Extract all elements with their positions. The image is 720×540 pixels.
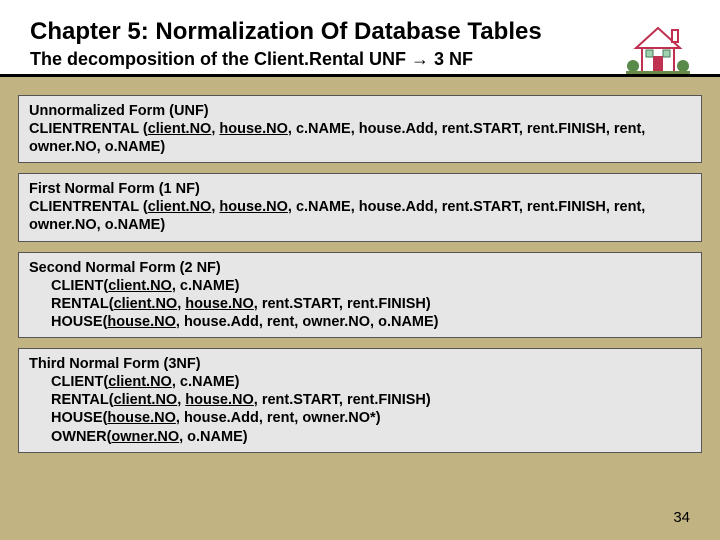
- nf3-client: CLIENT(client.NO, c.NAME): [29, 373, 691, 391]
- nf2-box: Second Normal Form (2 NF) CLIENT(client.…: [18, 252, 702, 339]
- nf3-rental: RENTAL(client.NO, house.NO, rent.START, …: [29, 391, 691, 409]
- chapter-subtitle: The decomposition of the Client.Rental U…: [30, 49, 710, 70]
- slide-header: Chapter 5: Normalization Of Database Tab…: [0, 0, 720, 77]
- unf-box: Unnormalized Form (UNF) CLIENTRENTAL (cl…: [18, 95, 702, 163]
- nf2-house: HOUSE(house.NO, house.Add, rent, owner.N…: [29, 313, 691, 331]
- nf3-box: Third Normal Form (3NF) CLIENT(client.NO…: [18, 348, 702, 453]
- nf1-pk2: house.NO: [219, 199, 287, 215]
- nf1-line2: owner.NO, o.NAME): [29, 216, 691, 234]
- unf-pk2: house.NO: [219, 121, 287, 137]
- nf1-pk1: client.NO: [148, 199, 212, 215]
- house-icon: [626, 22, 690, 81]
- nf1-heading: First Normal Form (1 NF): [29, 180, 691, 198]
- unf-heading: Unnormalized Form (UNF): [29, 102, 691, 120]
- page-number: 34: [673, 509, 690, 526]
- chapter-title: Chapter 5: Normalization Of Database Tab…: [30, 18, 710, 47]
- nf2-rental: RENTAL(client.NO, house.NO, rent.START, …: [29, 295, 691, 313]
- unf-line1: CLIENTRENTAL (client.NO, house.NO, c.NAM…: [29, 120, 691, 138]
- nf1-line1: CLIENTRENTAL (client.NO, house.NO, c.NAM…: [29, 198, 691, 216]
- slide: Chapter 5: Normalization Of Database Tab…: [0, 0, 720, 540]
- nf3-house: HOUSE(house.NO, house.Add, rent, owner.N…: [29, 409, 691, 427]
- unf-line2: owner.NO, o.NAME): [29, 138, 691, 156]
- nf2-heading: Second Normal Form (2 NF): [29, 259, 691, 277]
- unf-pk1: client.NO: [148, 121, 212, 137]
- nf3-heading: Third Normal Form (3NF): [29, 355, 691, 373]
- nf3-owner: OWNER(owner.NO, o.NAME): [29, 428, 691, 446]
- content-area: Unnormalized Form (UNF) CLIENTRENTAL (cl…: [0, 77, 720, 453]
- nf2-client: CLIENT(client.NO, c.NAME): [29, 277, 691, 295]
- nf1-box: First Normal Form (1 NF) CLIENTRENTAL (c…: [18, 173, 702, 241]
